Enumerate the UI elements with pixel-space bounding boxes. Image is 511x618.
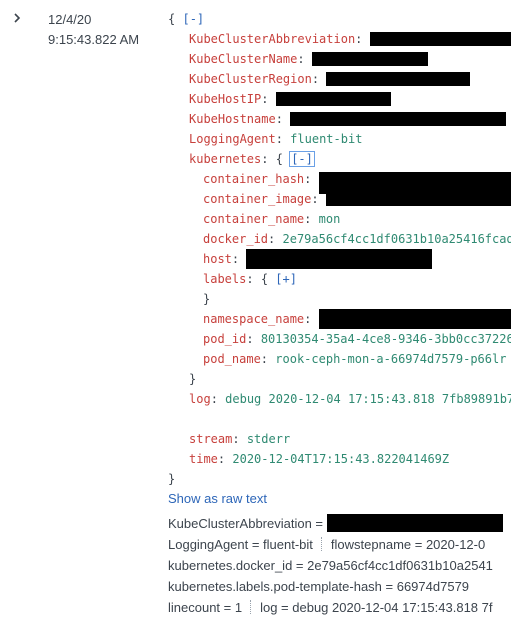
show-raw-text-link[interactable]: Show as raw text	[168, 489, 267, 509]
collapse-root-toggle[interactable]: [-]	[182, 12, 204, 26]
selected-fields: KubeClusterAbbreviation = LoggingAgent =…	[168, 513, 503, 618]
field-separator	[250, 600, 252, 614]
field-linecount[interactable]: linecount = 1	[168, 600, 242, 615]
json-row-kube-hostname: KubeHostname:	[168, 109, 511, 129]
json-root-open: { [-]	[168, 12, 205, 26]
field-separator	[320, 537, 322, 551]
json-row-stream: stream: stderr	[189, 432, 291, 446]
json-row-labels: labels: { [+]	[203, 272, 297, 286]
json-kubernetes-close: }	[189, 372, 197, 386]
field-row: kubernetes.labels.pod-template-hash = 66…	[168, 576, 503, 597]
json-root-close: }	[168, 472, 176, 486]
json-row-pod-name: pod_name: rook-ceph-mon-a-66974d7579-p66…	[203, 352, 507, 366]
event-timestamp: 12/4/20 9:15:43.822 AM	[48, 10, 139, 50]
json-row-container-image: container_image:	[168, 189, 511, 209]
redacted-value	[290, 112, 507, 126]
json-row-namespace-name: namespace_name:	[168, 309, 511, 329]
field-row: KubeClusterAbbreviation =	[168, 513, 503, 534]
json-row-kube-cluster-region: KubeClusterRegion:	[168, 69, 511, 89]
json-row-container-name: container_name: mon	[203, 212, 341, 226]
field-row: kubernetes.docker_id = 2e79a56cf4cc1df06…	[168, 555, 503, 576]
field-log[interactable]: log = debug 2020-12-04 17:15:43.818 7f	[260, 600, 492, 615]
redacted-value	[325, 192, 511, 206]
redacted-value	[275, 92, 391, 106]
redacted-value	[318, 309, 511, 329]
redacted-value	[326, 72, 471, 86]
event-date: 12/4/20	[48, 12, 92, 27]
json-row-kube-host-ip: KubeHostIP:	[168, 89, 511, 109]
expand-labels-toggle[interactable]: [+]	[275, 272, 297, 286]
json-row-log: log: debug 2020-12-04 17:15:43.818 7fb89…	[189, 392, 511, 406]
json-event-tree: { [-] KubeClusterAbbreviation: KubeClust…	[168, 9, 511, 489]
json-row-container-hash: container_hash:	[168, 169, 511, 194]
field-row: LoggingAgent = fluent-bit flowstepname = …	[168, 534, 503, 555]
field-kubernetes-labels-pod-template-hash[interactable]: kubernetes.labels.pod-template-hash = 66…	[168, 579, 469, 594]
json-row-time: time: 2020-12-04T17:15:43.822041469Z	[189, 452, 450, 466]
field-kubernetes-docker-id[interactable]: kubernetes.docker_id = 2e79a56cf4cc1df06…	[168, 558, 493, 573]
json-row-kube-cluster-abbreviation: KubeClusterAbbreviation:	[168, 29, 511, 49]
redacted-value	[246, 249, 433, 269]
field-logging-agent[interactable]: LoggingAgent = fluent-bit	[168, 537, 313, 552]
json-labels-close: }	[203, 292, 211, 306]
collapse-kubernetes-toggle[interactable]: [-]	[289, 151, 315, 167]
json-row-logging-agent: LoggingAgent: fluent-bit	[189, 132, 363, 146]
json-row-kubernetes: kubernetes: { [-]	[189, 151, 315, 167]
chevron-right-icon[interactable]	[11, 11, 23, 23]
field-flowstepname[interactable]: flowstepname = 2020-12-0	[331, 537, 485, 552]
redacted-value	[311, 52, 428, 66]
json-row-kube-cluster-name: KubeClusterName:	[168, 49, 511, 69]
redacted-value	[369, 32, 511, 46]
field-kube-cluster-abbreviation[interactable]: KubeClusterAbbreviation =	[168, 516, 323, 531]
redacted-value	[326, 514, 503, 532]
json-blank-line	[168, 409, 511, 429]
json-row-pod-id: pod_id: 80130354-35a4-4ce8-9346-3bb0cc37…	[203, 332, 511, 346]
json-row-host: host:	[168, 249, 511, 269]
event-time: 9:15:43.822 AM	[48, 32, 140, 47]
json-row-docker-id: docker_id: 2e79a56cf4cc1df0631b10a25416f…	[203, 232, 511, 246]
